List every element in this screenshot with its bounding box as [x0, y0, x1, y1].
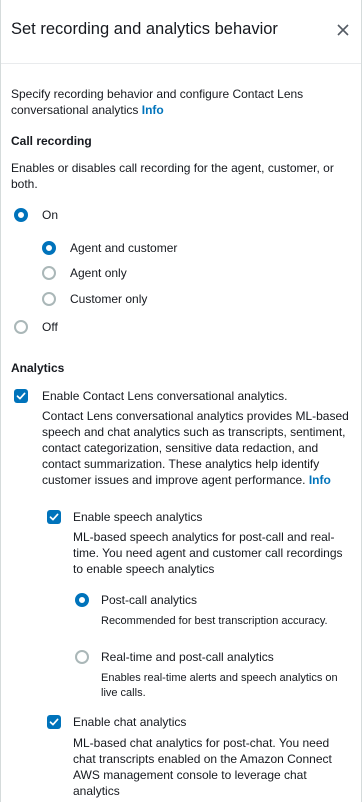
panel-header: Set recording and analytics behavior: [1, 0, 361, 64]
recording-off-label[interactable]: Off: [42, 319, 58, 335]
agent-and-customer-radio[interactable]: [42, 241, 56, 255]
realtime-analytics-radio[interactable]: [75, 650, 89, 664]
post-call-analytics-label[interactable]: Post-call analytics: [101, 592, 197, 608]
enable-contact-lens-label[interactable]: Enable Contact Lens conversational analy…: [42, 388, 287, 404]
enable-contact-lens-checkbox[interactable]: [14, 389, 28, 403]
enable-chat-analytics-checkbox[interactable]: [47, 715, 61, 729]
contact-lens-desc-line: contact categorization, sensitive data r…: [42, 441, 319, 455]
close-button[interactable]: [333, 20, 353, 40]
intro-text: Specify recording behavior and configure…: [11, 86, 303, 118]
intro-info-link[interactable]: Info: [142, 103, 164, 117]
recording-on-radio[interactable]: [14, 208, 28, 222]
agent-and-customer-label[interactable]: Agent and customer: [70, 240, 177, 256]
call-recording-desc-line-1: Enables or disables call recording for t…: [11, 161, 334, 175]
realtime-analytics-label[interactable]: Real-time and post-call analytics: [101, 649, 274, 665]
chat-desc-line: analytics: [73, 784, 120, 798]
chat-desc-line: AWS management console to leverage chat: [73, 768, 307, 782]
post-call-analytics-radio[interactable]: [75, 593, 89, 607]
contact-lens-desc-line: Contact Lens conversational analytics pr…: [42, 409, 349, 423]
contact-lens-desc-line-last: customer issues and improve agent perfor…: [42, 472, 358, 488]
call-recording-desc-line-2: both.: [11, 177, 38, 191]
post-call-analytics-description: Recommended for best transcription accur…: [101, 615, 328, 627]
speech-desc-line: ML-based speech analytics for post-call …: [73, 530, 335, 544]
customer-only-radio[interactable]: [42, 292, 56, 306]
contact-lens-description: Contact Lens conversational analytics pr…: [42, 408, 358, 488]
panel-title: Set recording and analytics behavior: [11, 20, 278, 38]
chat-desc-line: ML-based chat analytics for post-chat. Y…: [73, 736, 330, 750]
call-recording-description: Enables or disables call recording for t…: [11, 160, 334, 192]
agent-only-radio[interactable]: [42, 266, 56, 280]
intro-line-2: conversational analytics Info: [11, 102, 303, 118]
contact-lens-info-link[interactable]: Info: [309, 473, 331, 487]
contact-lens-desc-line: contact summarization. These analytics h…: [42, 457, 320, 471]
speech-desc-line: to enable speech analytics: [73, 562, 215, 576]
recording-off-radio[interactable]: [14, 320, 28, 334]
speech-desc-line: time. You need agent and customer call r…: [73, 546, 343, 560]
chat-desc-line: chat transcripts enabled on the Amazon C…: [73, 752, 332, 766]
contact-lens-desc-line-text: customer issues and improve agent perfor…: [42, 473, 306, 487]
close-icon: [337, 24, 349, 36]
realtime-desc-line: Enables real-time alerts and speech anal…: [101, 672, 338, 684]
checkmark-icon: [16, 392, 26, 400]
intro-line-2-text: conversational analytics: [11, 103, 139, 117]
call-recording-heading: Call recording: [11, 134, 92, 148]
realtime-desc-line: live calls.: [101, 687, 146, 699]
analytics-heading: Analytics: [11, 361, 65, 375]
enable-speech-analytics-checkbox[interactable]: [47, 510, 61, 524]
chat-analytics-description: ML-based chat analytics for post-chat. Y…: [73, 735, 359, 799]
contact-lens-desc-line: speech and chat analytics such as transc…: [42, 425, 346, 439]
checkmark-icon: [49, 513, 59, 521]
checkmark-icon: [49, 718, 59, 726]
recording-analytics-panel: Set recording and analytics behavior Spe…: [0, 0, 362, 802]
enable-speech-analytics-label[interactable]: Enable speech analytics: [73, 509, 202, 525]
realtime-analytics-description: Enables real-time alerts and speech anal…: [101, 671, 359, 701]
recording-on-label[interactable]: On: [42, 207, 58, 223]
agent-only-label[interactable]: Agent only: [70, 265, 127, 281]
enable-chat-analytics-label[interactable]: Enable chat analytics: [73, 714, 186, 730]
speech-analytics-description: ML-based speech analytics for post-call …: [73, 529, 359, 577]
customer-only-label[interactable]: Customer only: [70, 291, 147, 307]
intro-line-1: Specify recording behavior and configure…: [11, 87, 304, 101]
